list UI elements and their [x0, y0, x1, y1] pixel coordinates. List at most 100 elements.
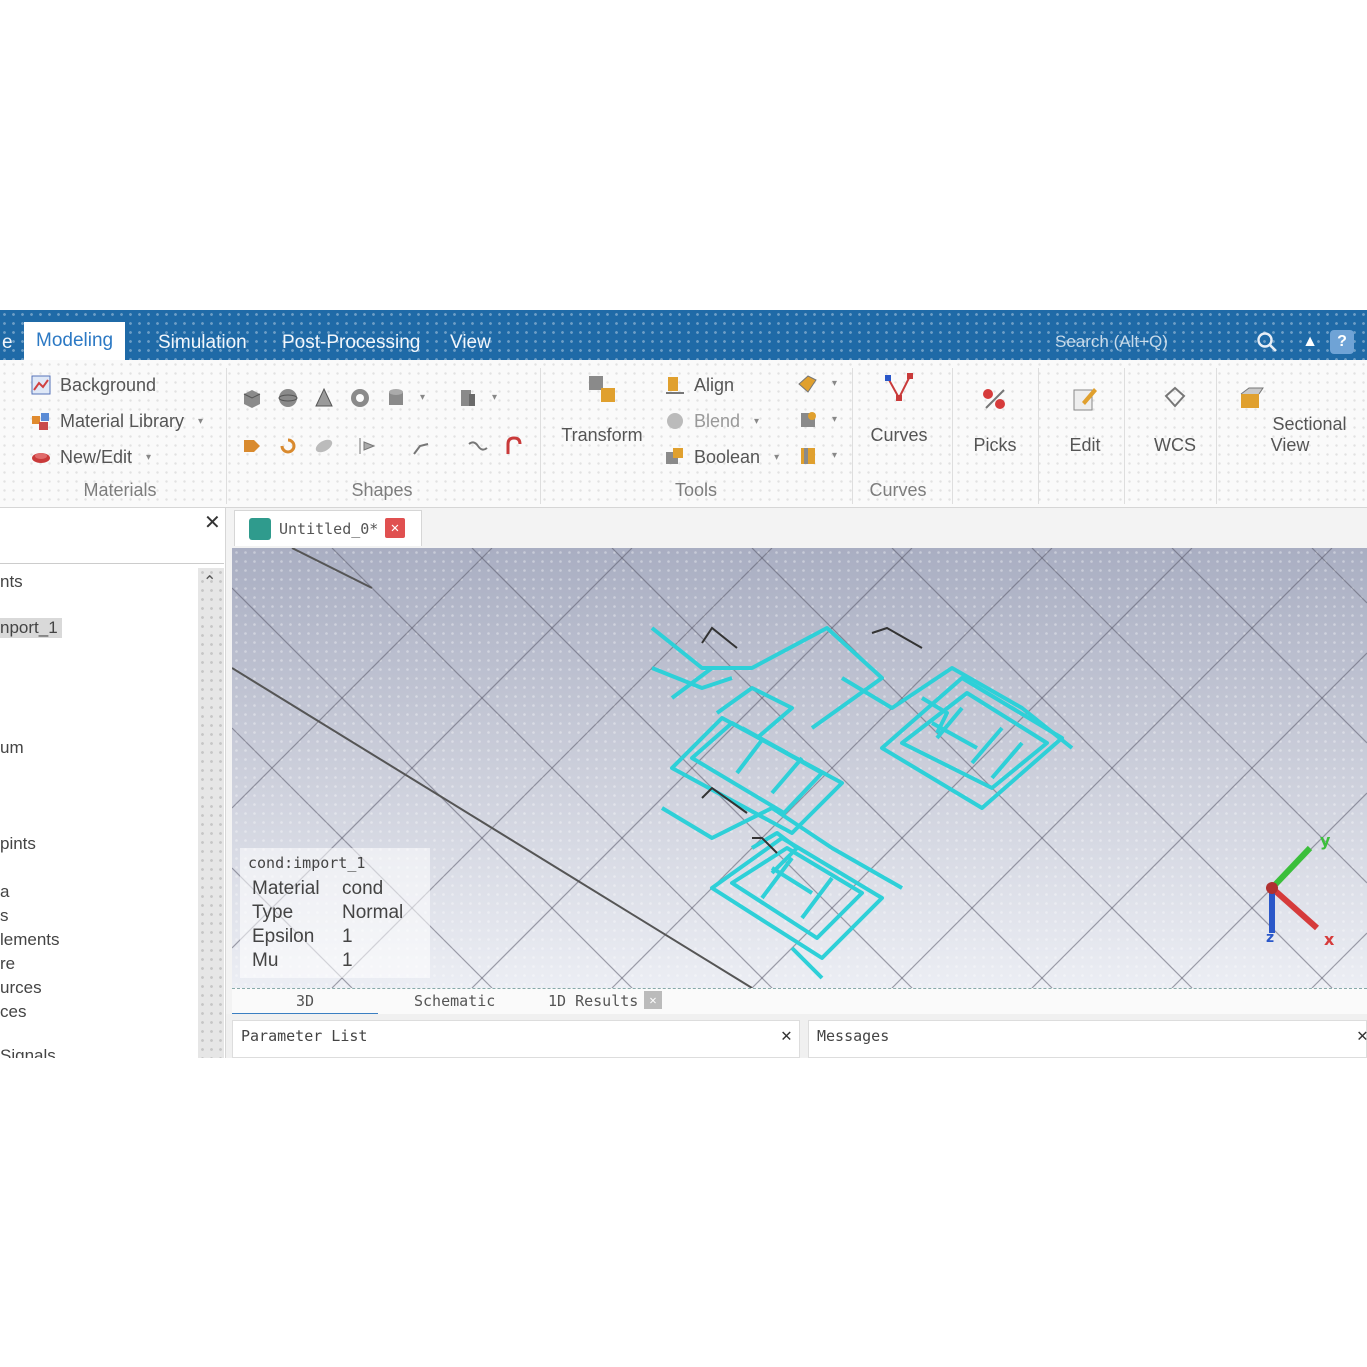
blend-button[interactable]: Blend ▾: [664, 410, 759, 432]
tree-filter-field[interactable]: [0, 540, 224, 564]
tree-item[interactable]: a: [0, 882, 9, 902]
wcs-button[interactable]: WCS: [1140, 382, 1210, 456]
group-divider: [1216, 368, 1217, 504]
picks-button[interactable]: Picks: [960, 382, 1030, 456]
shapes-group-label: Shapes: [351, 480, 413, 500]
material-library-label: Material Library: [60, 410, 185, 431]
tool-b-icon[interactable]: [796, 408, 820, 432]
extrude-icon[interactable]: [456, 386, 480, 410]
collapse-ribbon-icon[interactable]: ▲: [1298, 330, 1322, 354]
curve-tool-icon[interactable]: [466, 434, 490, 458]
tree-item[interactable]: Signals: [0, 1046, 56, 1058]
chevron-down-icon[interactable]: ▾: [420, 392, 425, 403]
tree-item[interactable]: urces: [0, 978, 42, 998]
sweep-icon[interactable]: [410, 434, 434, 458]
tab-post-processing[interactable]: Post-Processing: [270, 326, 432, 360]
close-tab-icon[interactable]: ✕: [644, 991, 662, 1009]
curves-button[interactable]: Curves: [862, 372, 936, 446]
close-icon[interactable]: ✕: [204, 510, 221, 535]
search-icon[interactable]: [1255, 330, 1279, 354]
align-button[interactable]: Align: [664, 374, 734, 396]
messages-panel: Messages ✕: [808, 1020, 1367, 1058]
material-library-icon: [32, 413, 49, 430]
tree-scrollbar[interactable]: [198, 568, 224, 1058]
transform-button[interactable]: Transform: [556, 372, 648, 446]
navigation-tree-panel: [0, 508, 226, 1058]
document-tab[interactable]: Untitled_0* ✕: [234, 510, 422, 546]
background-button[interactable]: Background: [30, 374, 156, 396]
bottom-panels: Parameter List ✕ Messages ✕: [226, 1014, 1367, 1058]
curves-icon: [885, 373, 913, 401]
cylinder-icon[interactable]: [384, 386, 408, 410]
wcs-label: WCS: [1154, 435, 1196, 455]
boolean-icon: [666, 448, 683, 464]
close-icon[interactable]: ✕: [781, 1025, 792, 1046]
tool-c-icon[interactable]: [796, 444, 820, 468]
help-icon[interactable]: ?: [1330, 330, 1354, 354]
messages-title: Messages: [817, 1027, 890, 1045]
group-divider: [1038, 368, 1039, 504]
close-icon[interactable]: ✕: [1357, 1025, 1367, 1046]
cone-icon[interactable]: [312, 386, 336, 410]
rotate-icon[interactable]: [276, 434, 300, 458]
info-key: Type: [252, 902, 294, 923]
info-value: 1: [342, 926, 353, 947]
align-label: Align: [694, 374, 735, 395]
sphere-icon[interactable]: [276, 386, 300, 410]
ribbon-tab-bar: e Modeling Simulation Post-Processing Vi…: [0, 310, 1367, 362]
tab-3d[interactable]: 3D: [296, 992, 314, 1010]
tab-simulation[interactable]: Simulation: [146, 326, 259, 360]
chevron-down-icon[interactable]: ▾: [832, 378, 837, 389]
material-library-button[interactable]: Material Library ▾: [30, 410, 203, 432]
brick-icon[interactable]: [240, 386, 264, 410]
info-value: Normal: [342, 902, 404, 923]
torus-icon[interactable]: [348, 386, 372, 410]
info-key: Epsilon: [252, 926, 315, 947]
z-axis-label: z: [1266, 930, 1274, 946]
edit-label: Edit: [1069, 435, 1101, 455]
tree-item[interactable]: ces: [0, 1002, 26, 1022]
chevron-down-icon[interactable]: ▾: [492, 392, 497, 403]
tab-view[interactable]: View: [438, 326, 503, 360]
parameter-list-title: Parameter List: [241, 1027, 368, 1045]
tree-item[interactable]: s: [0, 906, 9, 926]
loft-icon[interactable]: [312, 434, 336, 458]
close-tab-icon[interactable]: ✕: [385, 518, 405, 538]
shape-op-icon[interactable]: [240, 434, 264, 458]
app-window: e Modeling Simulation Post-Processing Vi…: [0, 310, 1367, 1058]
tab-schematic[interactable]: Schematic: [414, 992, 495, 1010]
curves-group-label: Curves: [869, 480, 927, 500]
chevron-down-icon[interactable]: ▾: [832, 450, 837, 461]
picks-icon: [983, 389, 1005, 409]
tab-modeling[interactable]: Modeling: [24, 322, 126, 362]
tree-item[interactable]: um: [0, 738, 24, 758]
group-divider: [226, 368, 227, 504]
tab-1d-results[interactable]: 1D Results: [548, 992, 638, 1010]
chevron-down-icon: ▾: [146, 451, 152, 463]
tool-a-icon[interactable]: [796, 372, 820, 396]
group-divider: [952, 368, 953, 504]
sectional-view-button[interactable]: Sectional View: [1226, 382, 1354, 456]
group-divider: [540, 368, 541, 504]
selection-info-title: cond:import_1: [248, 854, 366, 872]
chevron-down-icon[interactable]: ▾: [832, 414, 837, 425]
edit-button[interactable]: Edit: [1050, 382, 1120, 456]
scroll-up-icon[interactable]: ⌃: [203, 572, 216, 592]
tree-item[interactable]: nts: [0, 572, 23, 592]
parameter-list-panel: Parameter List ✕: [232, 1020, 800, 1058]
3d-viewport[interactable]: y x z cond:import_1 Material cond Type N…: [232, 548, 1367, 988]
bend-icon[interactable]: [502, 434, 526, 458]
tab-file[interactable]: e: [0, 326, 25, 360]
ribbon: Background Material Library ▾ New/Edit ▾…: [0, 360, 1367, 508]
tree-item[interactable]: pints: [0, 834, 36, 854]
sectional-view-icon: [1241, 387, 1265, 408]
align-shape-icon[interactable]: [356, 434, 380, 458]
tree-item[interactable]: lements: [0, 930, 60, 950]
boolean-button[interactable]: Boolean ▾: [664, 446, 779, 468]
tree-item[interactable]: re: [0, 954, 15, 974]
background-label: Background: [60, 374, 157, 395]
background-icon: [31, 375, 51, 395]
tree-item-selected[interactable]: nport_1: [0, 618, 62, 638]
sectional-view-label: Sectional View: [1270, 414, 1347, 455]
new-edit-button[interactable]: New/Edit ▾: [30, 446, 151, 468]
